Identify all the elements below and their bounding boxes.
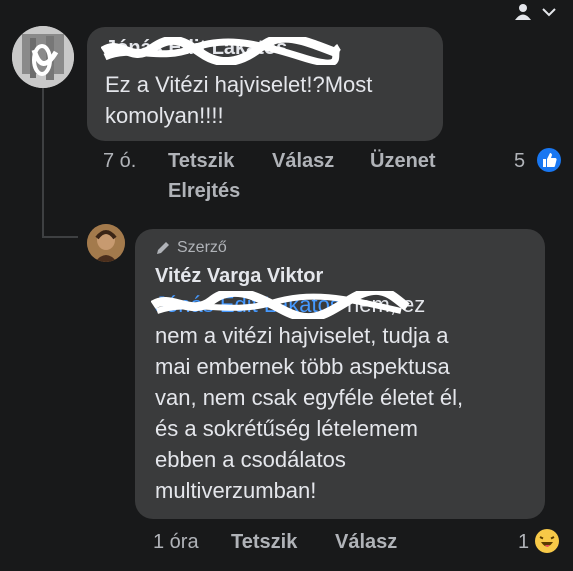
reply-line-2: nem a vitézi hajviselet, tudja a [155, 323, 449, 348]
reply-author[interactable]: Vitéz Varga Viktor [155, 265, 323, 288]
chevron-down-icon[interactable] [541, 6, 557, 18]
comment-bubble: Jónás Edit Lakatos Ez a Vitézi hajvisele… [87, 27, 443, 141]
redaction-scribble [101, 37, 341, 65]
thread-connector [42, 236, 78, 238]
haha-emoji-icon[interactable] [533, 527, 561, 555]
top-right-controls [513, 3, 557, 21]
like-icon[interactable] [536, 147, 562, 173]
comment-reaction-count[interactable]: 5 [514, 150, 525, 173]
reply-line-7: multiverzumban! [155, 478, 317, 503]
reply-line-6: ebben a csodálatos [155, 447, 346, 472]
comment-text: Ez a Vitézi hajviselet!?Most komolyan!!!… [105, 72, 373, 128]
reply-bubble: Szerző Vitéz Varga Viktor Jónás Edit Lak… [135, 229, 545, 519]
comment-like-button[interactable]: Tetszik [168, 150, 234, 173]
person-icon[interactable] [513, 3, 533, 21]
comment-time[interactable]: 7 ó. [103, 150, 136, 173]
reply-line-5: és a sokrétűség lételemem [155, 416, 418, 441]
comment-hide-button[interactable]: Elrejtés [168, 180, 240, 203]
reply-time[interactable]: 1 óra [153, 531, 199, 554]
comment-message-button[interactable]: Üzenet [370, 150, 436, 173]
author-badge: Szerző [155, 239, 227, 257]
reply-reaction-count[interactable]: 1 [518, 531, 529, 554]
reply-author-avatar[interactable] [87, 224, 125, 262]
thread-line [42, 88, 44, 238]
commenter-avatar[interactable] [12, 26, 74, 88]
comment-reply-button[interactable]: Válasz [272, 150, 334, 173]
reply-like-button[interactable]: Tetszik [231, 531, 297, 554]
pencil-icon [157, 242, 169, 254]
reply-line-4: van, nem csak egyféle életet él, [155, 385, 464, 410]
reply-reply-button[interactable]: Válasz [335, 531, 397, 554]
mention-redaction-scribble [151, 291, 410, 319]
reply-text: Jónás Edit Lakatos nem, ez nem a vitézi … [151, 289, 540, 506]
reply-line-3: mai embernek több aspektusa [155, 354, 450, 379]
author-badge-label: Szerző [177, 239, 227, 256]
